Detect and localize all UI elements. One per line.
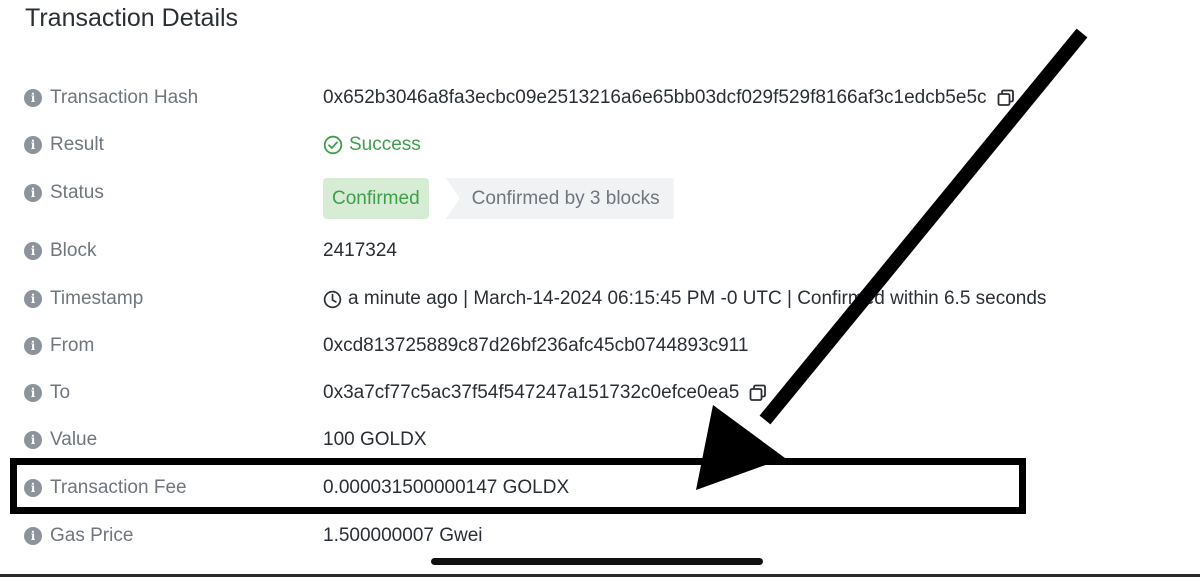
result-status-text: Success	[349, 134, 421, 155]
transaction-hash-link[interactable]: 0x652b3046a8fa3ecbc09e2513216a6e65bb03dc…	[323, 87, 987, 109]
info-circle-icon[interactable]: i	[24, 337, 42, 355]
copy-icon[interactable]	[749, 384, 767, 402]
value-status: Confirmed Confirmed by 3 blocks	[323, 178, 674, 219]
copy-icon[interactable]	[997, 89, 1015, 107]
from-address-link[interactable]: 0xcd813725889c87d26bf236afc45cb0744893c9…	[323, 335, 748, 357]
label-text: Value	[50, 429, 98, 450]
block-number-link[interactable]: 2417324	[323, 240, 397, 262]
label-text: To	[50, 382, 71, 403]
label-text: Result	[50, 134, 104, 155]
check-circle-icon	[323, 135, 343, 155]
row-from: i From 0xcd813725889c87d26bf236afc45cb07…	[24, 331, 1174, 361]
value-gas-price: 1.500000007 Gwei	[323, 521, 483, 551]
to-address-link[interactable]: 0x3a7cf77c5ac37f54f547247a151732c0efce0e…	[323, 382, 739, 404]
transaction-details-page: Transaction Details i Transaction Hash 0…	[0, 0, 1200, 577]
row-value: i Value 100 GOLDX	[24, 425, 1174, 455]
row-status: i Status Confirmed Confirmed by 3 blocks	[24, 178, 1174, 219]
value-text: 100 GOLDX	[323, 429, 427, 450]
row-to: i To 0x3a7cf77c5ac37f54f547247a151732c0e…	[24, 378, 1174, 408]
row-timestamp: i Timestamp a minute ago | March-14-2024…	[24, 284, 1174, 314]
row-gas-price: i Gas Price 1.500000007 Gwei	[24, 521, 1174, 551]
value-to: 0x3a7cf77c5ac37f54f547247a151732c0efce0e…	[323, 378, 767, 408]
label-gas-price: i Gas Price	[24, 521, 133, 551]
info-circle-icon[interactable]: i	[24, 184, 42, 202]
value-result: Success	[323, 130, 421, 160]
value-timestamp: a minute ago | March-14-2024 06:15:45 PM…	[323, 284, 1046, 314]
label-from: i From	[24, 331, 94, 361]
label-block: i Block	[24, 236, 96, 266]
row-result: i Result Success	[24, 130, 1174, 160]
gas-price-text: 1.500000007 Gwei	[323, 525, 483, 546]
home-indicator	[431, 558, 763, 565]
info-circle-icon[interactable]: i	[24, 431, 42, 449]
value-from: 0xcd813725889c87d26bf236afc45cb0744893c9…	[323, 331, 748, 361]
label-timestamp: i Timestamp	[24, 284, 143, 314]
confirmations-badge: Confirmed by 3 blocks	[445, 178, 674, 219]
label-text: Block	[50, 240, 97, 261]
label-to: i To	[24, 378, 70, 408]
label-text: Transaction Hash	[50, 87, 199, 108]
value-transaction-hash: 0x652b3046a8fa3ecbc09e2513216a6e65bb03dc…	[323, 83, 1015, 113]
row-block: i Block 2417324	[24, 236, 1174, 266]
timestamp-text: a minute ago | March-14-2024 06:15:45 PM…	[348, 288, 1047, 309]
label-text: Timestamp	[50, 288, 144, 309]
label-value: i Value	[24, 425, 97, 455]
page-title: Transaction Details	[25, 4, 239, 32]
label-result: i Result	[24, 130, 104, 160]
label-transaction-hash: i Transaction Hash	[24, 83, 198, 113]
info-circle-icon[interactable]: i	[24, 89, 42, 107]
label-text: Gas Price	[50, 525, 134, 546]
label-text: Status	[50, 182, 104, 203]
annotation-highlight-box	[10, 458, 1026, 514]
label-status: i Status	[24, 178, 104, 208]
info-circle-icon[interactable]: i	[24, 290, 42, 308]
info-circle-icon[interactable]: i	[24, 527, 42, 545]
info-circle-icon[interactable]: i	[24, 136, 42, 154]
value-block: 2417324	[323, 236, 397, 266]
clock-icon	[323, 290, 342, 308]
value-amount: 100 GOLDX	[323, 425, 427, 455]
info-circle-icon[interactable]: i	[24, 242, 42, 260]
label-text: From	[50, 335, 95, 356]
info-circle-icon[interactable]: i	[24, 384, 42, 402]
status-badge: Confirmed	[323, 178, 429, 219]
row-transaction-hash: i Transaction Hash 0x652b3046a8fa3ecbc09…	[24, 83, 1174, 113]
